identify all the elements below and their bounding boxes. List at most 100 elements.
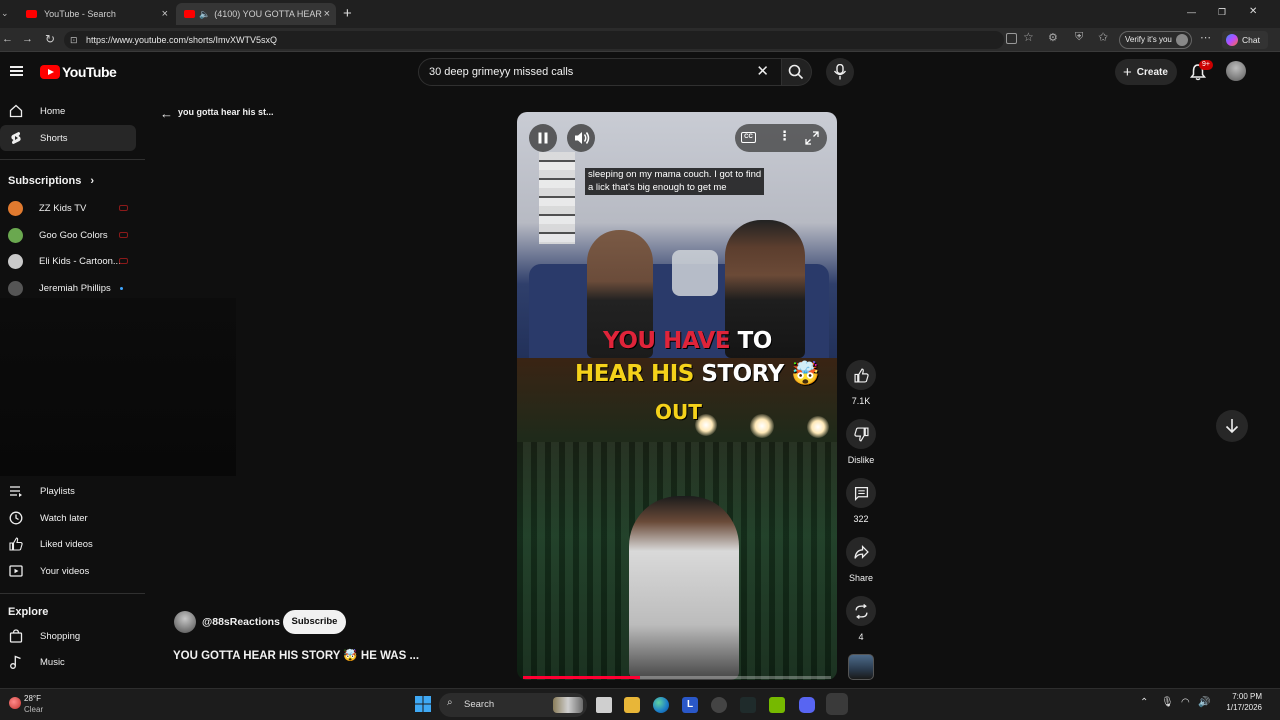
fullscreen-icon[interactable]	[805, 131, 819, 145]
new-tab-button[interactable]: +	[343, 5, 352, 22]
gear-app-icon[interactable]	[711, 697, 727, 713]
task-view-icon[interactable]	[596, 697, 612, 713]
sidebar-item-shopping[interactable]: Shopping	[0, 623, 136, 649]
new-content-dot-icon	[120, 286, 123, 290]
app-l-icon[interactable]: L	[682, 697, 698, 713]
microphone-tray-icon[interactable]: 🎙	[1161, 697, 1174, 708]
channel-avatar[interactable]	[174, 611, 196, 633]
pillow	[672, 250, 718, 296]
search-button[interactable]	[782, 58, 812, 86]
create-button[interactable]: + Create	[1115, 59, 1177, 85]
sound-thumbnail[interactable]	[848, 654, 874, 680]
extensions-icon[interactable]: ⚙	[1048, 31, 1058, 44]
terminal-icon[interactable]	[740, 697, 756, 713]
sidebar-item-your-videos[interactable]: Your videos	[0, 558, 136, 584]
back-arrow-icon: ←	[160, 106, 173, 121]
site-info-icon[interactable]: ⊡	[70, 31, 78, 49]
clock-widget[interactable]: 7:00 PM 1/17/2026	[1216, 692, 1262, 712]
search-input[interactable]: 30 deep grimeyy missed calls ✕	[418, 58, 782, 86]
voice-search-button[interactable]	[826, 58, 854, 86]
tab-youtube-search[interactable]: YouTube - Search ×	[18, 3, 174, 25]
sidebar-item-watch-later[interactable]: Watch later	[0, 505, 136, 531]
sidebar-item-liked-videos[interactable]: Liked videos	[0, 531, 136, 557]
remix-button[interactable]	[846, 596, 876, 626]
volume-button[interactable]	[567, 124, 595, 152]
back-arrow-icon[interactable]: ←	[2, 33, 13, 45]
next-short-button[interactable]	[1216, 410, 1248, 442]
guide-menu-icon[interactable]	[10, 66, 23, 76]
comments-action[interactable]: 322	[845, 478, 877, 524]
share-action[interactable]: Share	[845, 537, 877, 583]
subscription-item[interactable]: Eli Kids - Cartoon...	[0, 250, 136, 272]
hidden-icons-chevron-icon[interactable]: ⌃	[1140, 697, 1148, 708]
file-explorer-icon[interactable]	[624, 697, 640, 713]
close-window-button[interactable]: ✕	[1249, 6, 1257, 17]
wifi-icon[interactable]: ◠	[1181, 697, 1190, 708]
like-action[interactable]: 7.1K	[845, 360, 877, 406]
captions-button[interactable]: CC	[741, 132, 756, 143]
youtube-logo[interactable]: YouTube	[40, 64, 117, 80]
subscription-item[interactable]: ZZ Kids TV	[0, 197, 136, 219]
favorites-icon[interactable]: ✩	[1098, 30, 1108, 44]
remix-action[interactable]: 4	[845, 596, 877, 642]
minimize-button[interactable]: —	[1187, 7, 1196, 17]
share-button[interactable]	[846, 537, 876, 567]
speaker-tab-icon[interactable]: 🔈	[199, 9, 210, 20]
dislike-button[interactable]	[846, 419, 876, 449]
taskbar-search-box[interactable]: ⌕ Search	[439, 693, 587, 717]
subscription-item[interactable]: Goo Goo Colors	[0, 224, 136, 246]
weather-widget[interactable]: 28°F Clear	[6, 693, 76, 717]
progress-track[interactable]	[523, 676, 831, 679]
sidebar-item-music[interactable]: Music	[0, 649, 136, 675]
comment-icon	[854, 486, 868, 501]
progress-fill	[523, 676, 641, 679]
edge-browser-icon[interactable]	[653, 697, 669, 713]
tab-current-short[interactable]: 🔈 (4100) YOU GOTTA HEAR HIS ×	[176, 3, 336, 25]
sidebar-item-label: Playlists	[40, 485, 75, 497]
pause-button[interactable]	[529, 124, 557, 152]
tab-close-icon[interactable]: ×	[162, 7, 168, 21]
dislike-action[interactable]: Dislike	[845, 419, 877, 465]
more-options-icon[interactable]: ⋮	[778, 129, 791, 142]
overlay-text-line2: HEAR HIS STORY 🤯	[575, 360, 820, 387]
copilot-chat-button[interactable]: Chat	[1222, 31, 1268, 49]
channel-handle[interactable]: @88sReactions	[202, 616, 280, 628]
subscription-label: Jeremiah Phillips	[39, 282, 111, 294]
split-screen-icon[interactable]	[1006, 33, 1017, 44]
overlay-text-line1: YOU HAVE TO	[603, 328, 772, 354]
create-label: Create	[1136, 66, 1168, 78]
address-bar[interactable]: ⊡ https://www.youtube.com/shorts/ImvXWTV…	[64, 31, 1004, 49]
youtube-logo-text: YouTube	[62, 64, 117, 80]
sidebar-item-shorts[interactable]: Shorts	[0, 125, 136, 151]
subscription-item[interactable]: Jeremiah Phillips	[0, 277, 136, 299]
comments-button[interactable]	[846, 478, 876, 508]
nvidia-icon[interactable]	[769, 697, 785, 713]
sidebar-item-home[interactable]: Home	[0, 98, 136, 124]
search-icon: ⌕	[447, 697, 453, 708]
clear-search-icon[interactable]: ✕	[756, 59, 769, 85]
thumbs-up-icon	[853, 367, 869, 383]
subscription-label: Goo Goo Colors	[39, 229, 108, 241]
account-avatar[interactable]	[1226, 61, 1246, 81]
tab-close-icon[interactable]: ×	[324, 7, 330, 21]
maximize-button[interactable]: ❐	[1218, 7, 1226, 18]
favorite-star-icon[interactable]: ☆	[1023, 30, 1034, 44]
tab-list-chevron-icon[interactable]: ⌄	[1, 8, 9, 19]
verify-button[interactable]: Verify it's you	[1119, 31, 1192, 49]
shorts-video-player[interactable]: sleeping on my mama couch. I got to find…	[517, 112, 837, 680]
reload-icon[interactable]: ↻	[45, 32, 55, 46]
notifications-button[interactable]: 9+	[1189, 60, 1213, 81]
youtube-play-logo-icon	[40, 65, 60, 79]
subscriptions-heading[interactable]: Subscriptions ›	[8, 175, 94, 187]
start-button[interactable]	[415, 696, 431, 712]
browser-essentials-icon[interactable]: ⛨	[1075, 31, 1083, 44]
speaker-icon[interactable]: 🔊	[1198, 697, 1210, 708]
subscribe-button[interactable]: Subscribe	[283, 610, 346, 634]
active-app-icon[interactable]	[826, 693, 848, 715]
back-button[interactable]: ←	[160, 106, 173, 121]
forward-arrow-icon[interactable]: →	[22, 33, 33, 45]
more-menu-icon[interactable]: ⋯	[1200, 31, 1211, 44]
discord-icon[interactable]	[799, 697, 815, 713]
like-button[interactable]	[846, 360, 876, 390]
sidebar-item-playlists[interactable]: Playlists	[0, 478, 136, 504]
